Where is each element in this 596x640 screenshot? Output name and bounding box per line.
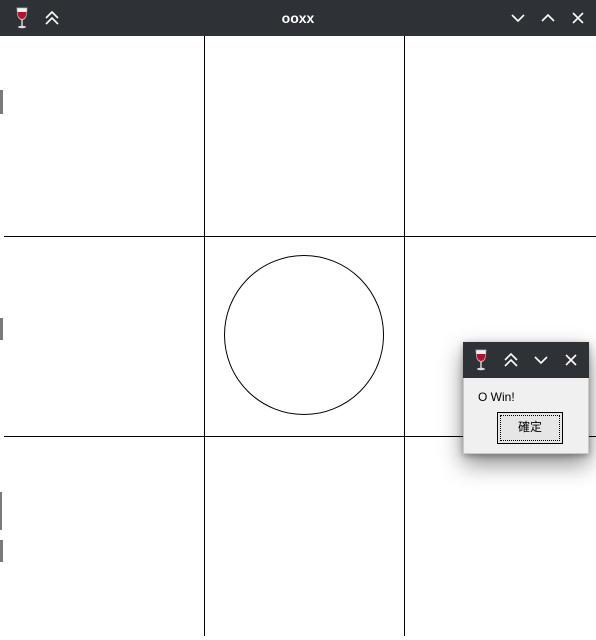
game-window: ooxx O Win! 確定 — [0, 0, 596, 640]
board-cell-2-1[interactable] — [205, 437, 404, 636]
shade-icon[interactable] — [499, 348, 523, 372]
dialog-body: O Win! 確定 — [463, 378, 589, 454]
window-edge — [0, 492, 2, 530]
tic-tac-toe-board[interactable] — [4, 36, 596, 640]
shade-icon[interactable] — [40, 6, 64, 30]
dialog-message: O Win! — [478, 390, 515, 404]
close-icon[interactable] — [566, 6, 590, 30]
board-cell-2-2[interactable] — [405, 437, 596, 636]
board-cell-0-1[interactable] — [205, 37, 404, 236]
focus-ring — [500, 415, 560, 441]
result-dialog: O Win! 確定 — [463, 342, 589, 454]
window-edge — [0, 318, 3, 340]
board-cell-1-0[interactable] — [5, 237, 204, 436]
wine-glass-icon[interactable] — [10, 6, 34, 30]
board-cell-1-1[interactable] — [205, 237, 404, 436]
close-icon[interactable] — [559, 348, 583, 372]
wine-glass-icon[interactable] — [469, 348, 493, 372]
window-titlebar[interactable]: ooxx — [0, 0, 596, 36]
minimize-icon[interactable] — [529, 348, 553, 372]
board-cell-2-0[interactable] — [5, 437, 204, 636]
game-board-area[interactable] — [4, 36, 596, 640]
board-cell-0-2[interactable] — [405, 37, 596, 236]
window-edge — [0, 90, 3, 114]
dialog-titlebar[interactable] — [463, 342, 589, 378]
maximize-icon[interactable] — [536, 6, 560, 30]
window-edge — [0, 540, 3, 562]
ok-button[interactable]: 確定 — [497, 412, 563, 444]
minimize-icon[interactable] — [506, 6, 530, 30]
board-cell-0-0[interactable] — [5, 37, 204, 236]
